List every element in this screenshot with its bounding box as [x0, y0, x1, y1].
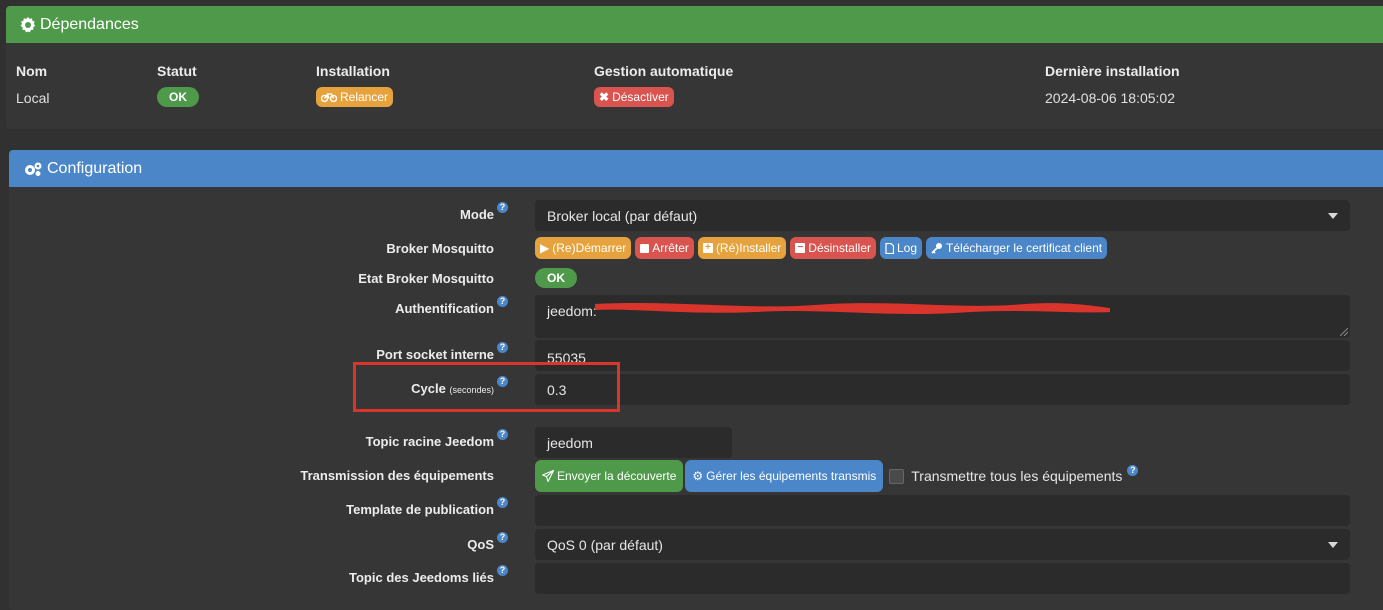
col-header-status: Statut: [157, 63, 197, 79]
socket-port-label: Port socket interne?: [376, 342, 508, 362]
linked-topics-label: Topic des Jeedoms liés?: [349, 565, 508, 585]
broker-state-label: Etat Broker Mosquitto: [358, 271, 494, 286]
uninstall-button[interactable]: − Désinstaller: [790, 237, 876, 259]
stop-button[interactable]: Arrêter: [635, 237, 694, 259]
mode-label: Mode?: [460, 202, 508, 222]
configuration-header[interactable]: Configuration: [9, 150, 1383, 187]
cogs-icon: [23, 161, 43, 177]
col-header-name: Nom: [16, 63, 48, 79]
transmission-controls: Envoyer la découverte ⚙ Gérer les équipem…: [535, 460, 1139, 492]
help-icon[interactable]: ?: [1127, 464, 1139, 476]
log-button[interactable]: Log: [880, 237, 923, 259]
status-badge: OK: [157, 87, 199, 107]
highlight-box: [353, 362, 620, 412]
col-header-last: Dernière installation: [1045, 63, 1180, 79]
broker-state-badge: OK: [535, 268, 577, 288]
dependencies-header[interactable]: Dépendances: [6, 6, 1383, 43]
relaunch-label: Relancer: [340, 90, 389, 104]
qos-select[interactable]: QoS 0 (par défaut): [535, 529, 1350, 560]
times-icon: ✖: [599, 90, 610, 104]
configuration-title: Configuration: [47, 159, 143, 177]
transmission-label: Transmission des équipements: [300, 468, 494, 483]
auth-value: jeedom:: [547, 303, 597, 319]
chevron-down-icon: [1328, 212, 1338, 219]
dep-name: Local: [16, 90, 50, 106]
resize-handle-icon[interactable]: [1340, 328, 1348, 336]
broker-buttons: ▶ (Re)Démarrer Arrêter + (Ré)Installer − Dé…: [535, 237, 1108, 259]
qos-value: QoS 0 (par défaut): [547, 536, 663, 553]
help-icon[interactable]: ?: [497, 497, 508, 508]
help-icon[interactable]: ?: [497, 429, 508, 440]
stop-icon: [640, 243, 650, 253]
play-icon: ▶: [540, 241, 550, 255]
key-icon: [931, 243, 943, 254]
mode-value: Broker local (par défaut): [547, 207, 698, 224]
dependencies-title: Dépendances: [40, 15, 139, 33]
help-icon[interactable]: ?: [497, 565, 508, 576]
qos-label: QoS?: [467, 532, 508, 552]
auth-label: Authentification?: [395, 296, 508, 316]
restart-button[interactable]: ▶ (Re)Démarrer: [535, 237, 632, 259]
root-topic-value: jeedom: [547, 434, 593, 451]
template-label: Template de publication?: [346, 497, 508, 517]
col-header-install: Installation: [316, 63, 390, 79]
help-icon[interactable]: ?: [497, 202, 508, 213]
dep-last-install: 2024-08-06 18:05:02: [1045, 90, 1175, 106]
download-cert-button[interactable]: Télécharger le certificat client: [926, 237, 1108, 259]
send-discovery-button[interactable]: Envoyer la découverte: [535, 460, 684, 492]
file-icon: [885, 242, 894, 254]
cycle-input[interactable]: 0.3: [535, 374, 1350, 405]
dep-install: Relancer: [316, 87, 394, 107]
broker-label: Broker Mosquitto: [386, 241, 494, 256]
transmit-all-checkbox[interactable]: [889, 468, 905, 484]
linked-topics-input[interactable]: [535, 563, 1350, 594]
plus-square-icon: +: [702, 243, 713, 253]
certificate-icon: [20, 16, 36, 33]
help-icon[interactable]: ?: [497, 296, 508, 307]
deactivate-button[interactable]: ✖ Désactiver: [594, 87, 674, 107]
dep-auto: ✖ Désactiver: [594, 87, 674, 107]
bicycle-icon: [321, 93, 337, 102]
chevron-down-icon: [1328, 541, 1338, 548]
root-topic-input[interactable]: jeedom: [535, 427, 732, 458]
socket-port-input[interactable]: 55035: [535, 340, 1350, 371]
help-icon[interactable]: ?: [497, 342, 508, 353]
install-button[interactable]: + (Ré)Installer: [697, 237, 787, 259]
minus-square-icon: −: [795, 243, 806, 253]
gear-icon: ⚙: [692, 469, 704, 483]
col-header-auto: Gestion automatique: [594, 63, 734, 79]
root-topic-label: Topic racine Jeedom?: [366, 429, 508, 449]
help-icon[interactable]: ?: [497, 532, 508, 543]
deactivate-label: Désactiver: [612, 90, 669, 104]
template-input[interactable]: [535, 495, 1350, 526]
manage-equipments-button[interactable]: ⚙ Gérer les équipements transmis: [685, 460, 884, 492]
dep-status: OK: [157, 87, 199, 107]
paper-plane-icon: [542, 470, 554, 482]
dependencies-panel: Dépendances Nom Statut Installation Gest…: [6, 6, 1383, 129]
relaunch-button[interactable]: Relancer: [316, 87, 394, 107]
mode-select[interactable]: Broker local (par défaut): [535, 200, 1350, 231]
transmit-all-label: Transmettre tous les équipements: [911, 468, 1123, 484]
redaction-scribble: [595, 303, 1110, 315]
